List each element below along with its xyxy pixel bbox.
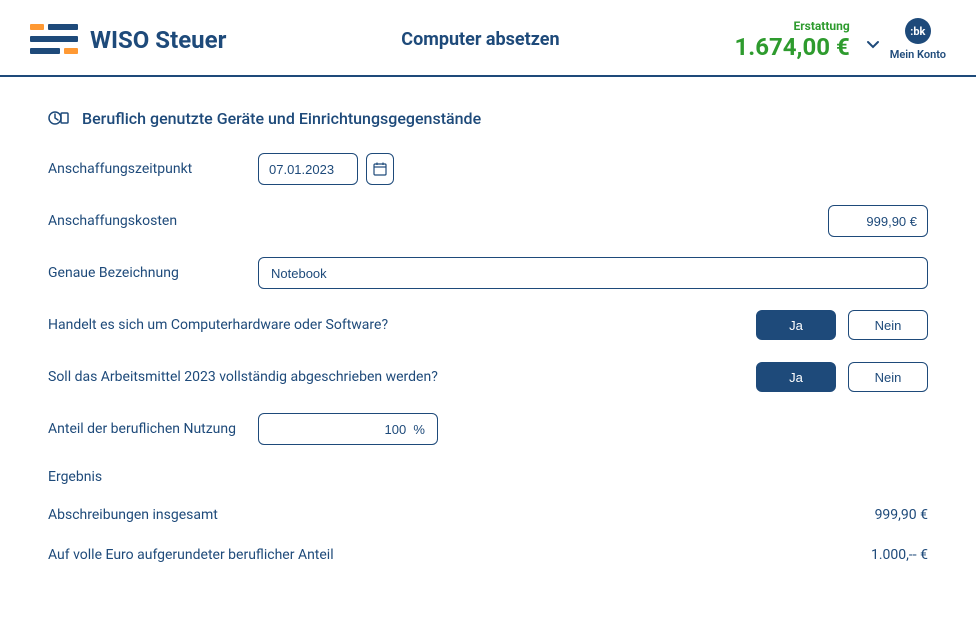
section-title: Beruflich genutzte Geräte und Einrichtun… — [82, 109, 481, 128]
row-is-hardware: Handelt es sich um Computerhardware oder… — [48, 309, 928, 341]
chevron-down-icon[interactable] — [864, 35, 882, 53]
account-button[interactable]: :bk Mein Konto — [890, 18, 946, 61]
devices-icon — [48, 107, 70, 129]
row-depreciation: Abschreibungen insgesamt 999,90 € — [48, 507, 928, 523]
purchase-date-input[interactable] — [258, 153, 358, 185]
full-writeoff-label: Soll das Arbeitsmittel 2023 vollständig … — [48, 369, 756, 385]
row-purchase-cost: Anschaffungskosten — [48, 205, 928, 237]
designation-label: Genaue Bezeichnung — [48, 265, 258, 281]
is-hardware-no-button[interactable]: Nein — [848, 310, 928, 340]
page-title: Computer absetzen — [226, 29, 734, 50]
row-full-writeoff: Soll das Arbeitsmittel 2023 vollständig … — [48, 361, 928, 393]
business-share-input[interactable] — [258, 413, 438, 445]
section-header: Beruflich genutzte Geräte und Einrichtun… — [48, 107, 928, 129]
full-writeoff-toggle: Ja Nein — [756, 362, 928, 392]
purchase-date-label: Anschaffungszeitpunkt — [48, 161, 258, 177]
designation-input[interactable] — [258, 257, 928, 289]
refund-label: Erstattung — [735, 19, 850, 33]
row-purchase-date: Anschaffungszeitpunkt — [48, 153, 928, 185]
row-rounded: Auf volle Euro aufgerundeter beruflicher… — [48, 547, 928, 563]
logo-text: WISO Steuer — [90, 26, 226, 54]
is-hardware-label: Handelt es sich um Computerhardware oder… — [48, 317, 756, 333]
purchase-cost-input[interactable] — [828, 205, 928, 237]
refund-area: Erstattung 1.674,00 € — [735, 19, 850, 61]
full-writeoff-yes-button[interactable]: Ja — [756, 362, 836, 392]
app-header: WISO Steuer Computer absetzen Erstattung… — [0, 0, 976, 77]
account-label: Mein Konto — [890, 48, 946, 61]
logo-icon — [30, 22, 78, 58]
calendar-icon — [373, 162, 387, 176]
account-avatar: :bk — [905, 18, 931, 44]
rounded-label: Auf volle Euro aufgerundeter beruflicher… — [48, 547, 871, 563]
depreciation-label: Abschreibungen insgesamt — [48, 507, 875, 523]
row-business-share: Anteil der beruflichen Nutzung — [48, 413, 928, 445]
logo-area: WISO Steuer — [30, 22, 226, 58]
row-designation: Genaue Bezeichnung — [48, 257, 928, 289]
purchase-cost-label: Anschaffungskosten — [48, 213, 258, 229]
is-hardware-toggle: Ja Nein — [756, 310, 928, 340]
content-area: Beruflich genutzte Geräte und Einrichtun… — [0, 77, 976, 617]
calendar-button[interactable] — [366, 153, 394, 185]
full-writeoff-no-button[interactable]: Nein — [848, 362, 928, 392]
refund-amount: 1.674,00 € — [735, 33, 850, 61]
depreciation-value: 999,90 € — [875, 507, 928, 523]
business-share-label: Anteil der beruflichen Nutzung — [48, 421, 258, 437]
rounded-value: 1.000,-- € — [871, 547, 928, 563]
is-hardware-yes-button[interactable]: Ja — [756, 310, 836, 340]
result-header: Ergebnis — [48, 469, 928, 485]
